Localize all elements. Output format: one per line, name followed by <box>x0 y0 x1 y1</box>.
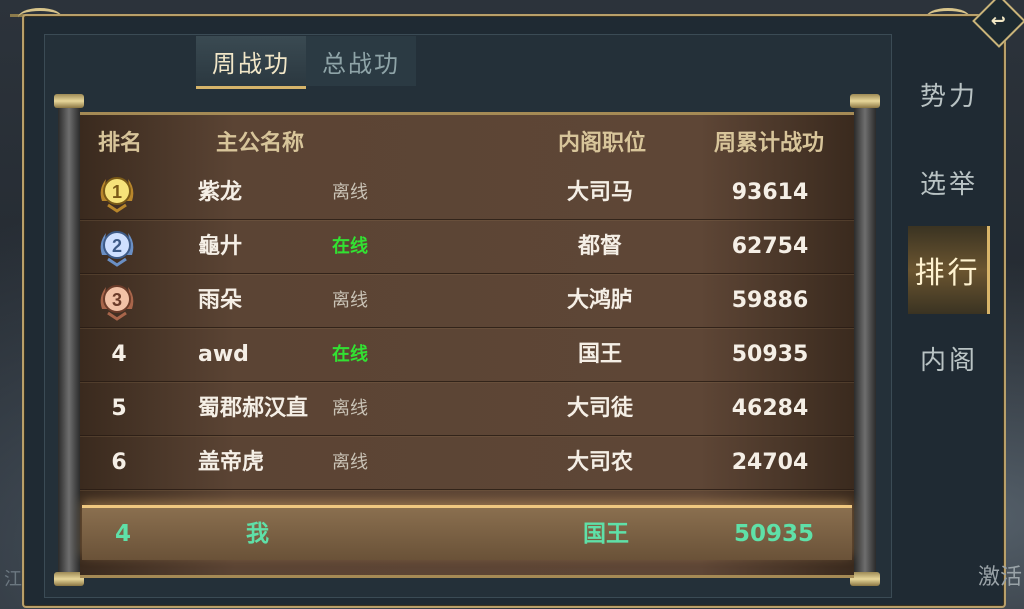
side-tab-election[interactable]: 选举 <box>908 138 990 226</box>
cabinet-post: 都督 <box>577 234 622 259</box>
online-status: 离线 <box>332 452 368 473</box>
online-status: 在线 <box>332 236 368 257</box>
weekly-merit-score: 24704 <box>731 450 809 475</box>
header-score: 周累计战功 <box>714 131 825 156</box>
player-name: 盖帝虎 <box>198 450 265 475</box>
my-post: 国王 <box>583 521 629 547</box>
rank-cell: 5 <box>111 396 127 421</box>
tab-weekly-merit[interactable]: 周战功 <box>196 36 306 89</box>
rank-medal-icon: 3 <box>94 279 140 323</box>
svg-text:2: 2 <box>112 236 122 256</box>
online-status: 离线 <box>332 290 368 311</box>
player-name: awd <box>198 342 249 367</box>
cabinet-post: 大司徒 <box>566 396 633 421</box>
scroll-rod-right <box>850 94 880 586</box>
svg-text:1: 1 <box>112 182 122 202</box>
player-name: 蜀郡郝汉直 <box>198 396 309 421</box>
my-score: 50935 <box>733 521 815 547</box>
side-tab-ranking[interactable]: 排行 <box>908 226 990 314</box>
back-arrow-icon: ↩ <box>991 10 1007 32</box>
rank-medal-icon: 1 <box>94 171 140 215</box>
side-tab-faction[interactable]: 势力 <box>908 50 990 138</box>
weekly-merit-score: 93614 <box>731 180 809 205</box>
table-header: 排名 主公名称 内阁职位 周累计战功 <box>80 115 854 165</box>
my-name: 我 <box>246 521 269 547</box>
tab-total-merit[interactable]: 总战功 <box>306 36 416 86</box>
side-nav: 势力 选举 排行 内阁 <box>908 50 990 402</box>
my-rank-row: 4 我 国王 50935 <box>82 505 852 560</box>
player-name: 雨朵 <box>198 288 243 313</box>
cabinet-post: 国王 <box>577 342 622 367</box>
online-status: 在线 <box>332 344 368 365</box>
weekly-merit-score: 59886 <box>731 288 809 313</box>
table-row[interactable]: 1 紫龙 离线 大司马 93614 <box>80 167 854 220</box>
my-rank: 4 <box>114 521 131 547</box>
header-name: 主公名称 <box>216 131 305 156</box>
side-tab-cabinet[interactable]: 内阁 <box>908 314 990 402</box>
weekly-merit-score: 50935 <box>731 342 809 367</box>
rank-medal-icon: 2 <box>94 225 140 269</box>
online-status: 离线 <box>332 182 368 203</box>
player-name: 龜廾 <box>198 234 243 259</box>
scroll-rod-left <box>54 94 84 586</box>
header-post: 内阁职位 <box>558 131 647 156</box>
player-name: 紫龙 <box>198 180 243 205</box>
cabinet-post: 大鸿胪 <box>566 288 633 313</box>
weekly-merit-score: 46284 <box>731 396 809 421</box>
online-status: 离线 <box>332 398 368 419</box>
table-row[interactable]: 4 awd 在线 国王 50935 <box>80 329 854 382</box>
svg-text:3: 3 <box>112 290 122 310</box>
table-row[interactable]: 2 龜廾 在线 都督 62754 <box>80 221 854 274</box>
rank-cell: 4 <box>111 342 127 367</box>
edge-label: 江 <box>4 569 22 590</box>
cabinet-post: 大司马 <box>566 180 633 205</box>
table-row[interactable]: 3 雨朵 离线 大鸿胪 59886 <box>80 275 854 328</box>
table-row[interactable]: 5 蜀郡郝汉直 离线 大司徒 46284 <box>80 383 854 436</box>
activate-label: 激活 <box>977 565 1022 590</box>
weekly-merit-score: 62754 <box>731 234 809 259</box>
header-rank: 排名 <box>98 131 143 156</box>
cabinet-post: 大司农 <box>566 450 633 475</box>
rank-cell: 6 <box>111 450 127 475</box>
table-row[interactable]: 6 盖帝虎 离线 大司农 24704 <box>80 437 854 490</box>
ranking-tabs: 周战功 总战功 <box>196 36 416 89</box>
